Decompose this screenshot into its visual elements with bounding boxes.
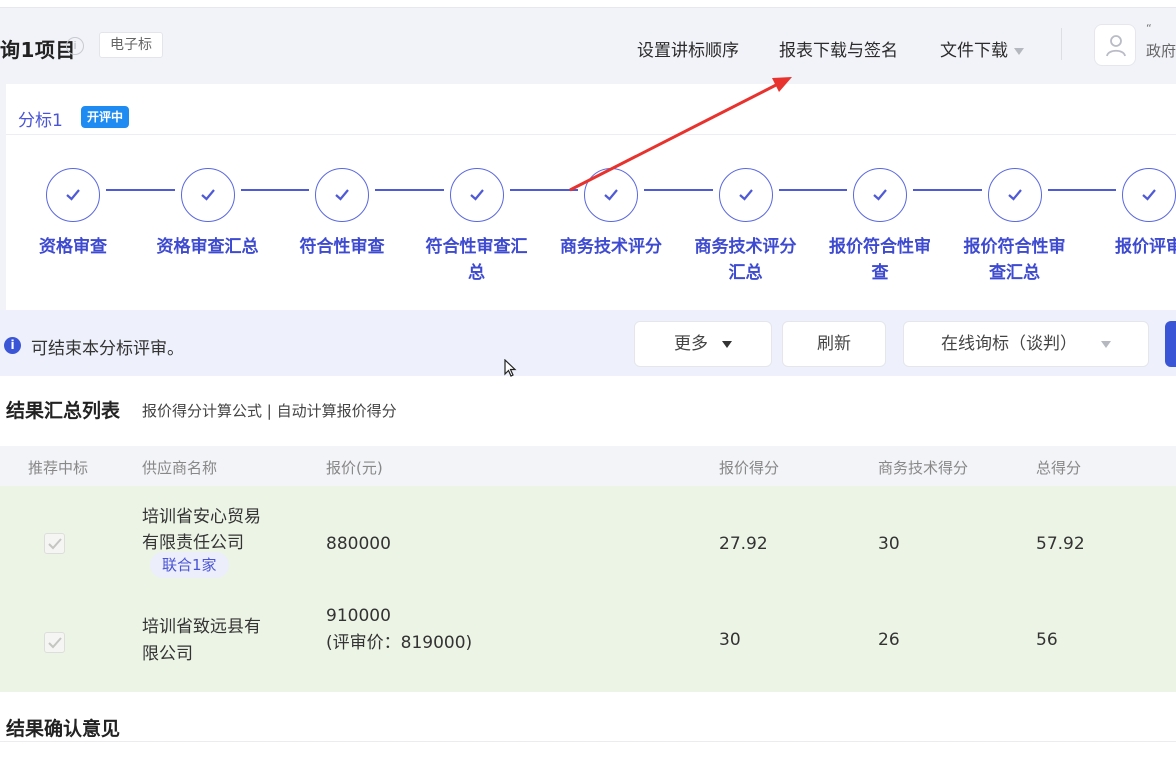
step-label[interactable]: 报价符合性审查汇总 bbox=[960, 234, 1070, 286]
step-connector bbox=[375, 189, 444, 191]
col-total: 总得分 bbox=[1036, 459, 1082, 477]
step-circle[interactable] bbox=[987, 168, 1042, 222]
table-row: 培训省安心贸易 有限责任公司 联合1家 880000 27.92 30 57.9… bbox=[0, 486, 1176, 582]
supplier-name-line1: 培训省安心贸易 bbox=[142, 507, 261, 527]
tech-score: 26 bbox=[878, 630, 900, 650]
step-circle[interactable] bbox=[1122, 168, 1176, 222]
header-divider bbox=[1061, 28, 1062, 60]
user-org-text[interactable]: 政府 bbox=[1146, 40, 1176, 61]
more-button[interactable]: 更多 bbox=[634, 321, 772, 367]
table-row: 培训省致远县有 限公司 910000 (评审价：819000) 30 26 56 bbox=[0, 582, 1176, 692]
check-icon bbox=[1142, 189, 1156, 201]
summary-subtitle[interactable]: 报价得分计算公式 | 自动计算报价得分 bbox=[142, 400, 397, 421]
step-circle[interactable] bbox=[180, 168, 235, 222]
supplier-name-line1: 培训省致远县有 bbox=[142, 617, 261, 637]
summary-title: 结果汇总列表 bbox=[6, 400, 121, 422]
check-icon bbox=[469, 189, 484, 201]
step-connector bbox=[509, 189, 578, 191]
check-icon bbox=[200, 189, 215, 201]
caret-down-icon bbox=[1014, 47, 1024, 55]
step-circle[interactable] bbox=[853, 168, 907, 222]
step-label[interactable]: 报价符合性审查 bbox=[825, 234, 935, 286]
user-icon bbox=[1106, 35, 1126, 57]
step-circle[interactable] bbox=[718, 168, 773, 222]
supplier-name-line2: 限公司 bbox=[142, 644, 193, 664]
step-label[interactable]: 报价评审 bbox=[1094, 234, 1176, 260]
set-presentation-order-link[interactable]: 设置讲标顺序 bbox=[637, 36, 739, 61]
section-divider bbox=[0, 741, 1176, 742]
type-tag: 电子标 bbox=[99, 32, 163, 58]
price-value: 910000 bbox=[326, 606, 391, 626]
user-top-text: “ bbox=[1146, 22, 1152, 35]
step-label[interactable]: 符合性审查 bbox=[287, 234, 397, 260]
check-icon bbox=[604, 189, 618, 201]
step-connector bbox=[240, 189, 309, 191]
review-price: (评审价：819000) bbox=[326, 633, 473, 653]
step-label[interactable]: 资格审查 bbox=[18, 234, 128, 260]
caret-down-icon bbox=[722, 340, 732, 348]
more-label: 更多 bbox=[674, 334, 708, 354]
notice-bar: i 可结束本分标评审。 更多 刷新 在线询标（谈判） bbox=[0, 310, 1176, 376]
online-inquiry-select[interactable]: 在线询标（谈判） bbox=[903, 321, 1149, 367]
check-icon bbox=[738, 189, 753, 201]
step-label[interactable]: 资格审查汇总 bbox=[153, 234, 263, 260]
col-price: 报价(元) bbox=[326, 459, 383, 477]
table-header: 推荐中标 供应商名称 报价(元) 报价得分 商务技术得分 总得分 bbox=[0, 446, 1176, 486]
tab-underline bbox=[6, 134, 1176, 135]
status-badge: 开评中 bbox=[81, 106, 130, 128]
step-circle[interactable] bbox=[315, 168, 369, 222]
step-connector bbox=[913, 189, 982, 191]
caret-down-icon bbox=[1101, 340, 1111, 348]
total-score: 56 bbox=[1036, 630, 1058, 650]
refresh-button[interactable]: 刷新 bbox=[782, 321, 886, 367]
recommend-checkbox[interactable] bbox=[44, 632, 65, 653]
check-icon bbox=[335, 189, 349, 201]
step-label[interactable]: 商务技术评分 bbox=[556, 234, 666, 260]
step-label[interactable]: 符合性审查汇总 bbox=[422, 234, 532, 286]
col-tech-score: 商务技术得分 bbox=[878, 459, 969, 477]
col-price-score: 报价得分 bbox=[719, 459, 780, 477]
info-circle-icon: i bbox=[4, 337, 21, 354]
tech-score: 30 bbox=[878, 534, 900, 554]
step-circle[interactable] bbox=[46, 168, 100, 222]
info-icon[interactable]: i bbox=[66, 37, 84, 55]
step-connector bbox=[644, 189, 713, 191]
notice-text: 可结束本分标评审。 bbox=[31, 339, 184, 359]
primary-button-edge[interactable] bbox=[1165, 321, 1176, 367]
step-circle[interactable] bbox=[584, 168, 638, 222]
user-avatar[interactable] bbox=[1094, 24, 1136, 66]
step-connector bbox=[778, 189, 847, 191]
recommend-checkbox[interactable] bbox=[44, 533, 65, 554]
col-recommend: 推荐中标 bbox=[28, 459, 89, 477]
online-inquiry-value: 在线询标（谈判） bbox=[941, 334, 1077, 354]
check-icon bbox=[48, 637, 62, 649]
total-score: 57.92 bbox=[1036, 534, 1085, 554]
panel-gutter bbox=[0, 84, 6, 310]
check-icon bbox=[48, 538, 62, 550]
check-icon bbox=[1007, 189, 1022, 201]
file-download-menu[interactable]: 文件下载 bbox=[940, 36, 1024, 61]
step-circle[interactable] bbox=[449, 168, 504, 222]
results-content: 结果汇总列表 报价得分计算公式 | 自动计算报价得分 推荐中标 供应商名称 报价… bbox=[0, 376, 1176, 773]
tab-subsection-1[interactable]: 分标1 bbox=[18, 106, 63, 131]
check-icon bbox=[873, 189, 887, 201]
step-connector bbox=[106, 189, 175, 191]
price-score: 27.92 bbox=[719, 534, 768, 554]
page-header: 询1项目 i 电子标 设置讲标顺序 报表下载与签名 文件下载 “ 政府 bbox=[0, 8, 1176, 84]
col-supplier: 供应商名称 bbox=[142, 459, 218, 477]
top-strip bbox=[0, 0, 1176, 8]
step-label[interactable]: 商务技术评分汇总 bbox=[691, 234, 801, 286]
price-value: 880000 bbox=[326, 534, 391, 554]
confirm-title: 结果确认意见 bbox=[6, 718, 121, 740]
file-download-label: 文件下载 bbox=[940, 41, 1008, 61]
check-icon bbox=[66, 189, 80, 201]
report-download-sign-link[interactable]: 报表下载与签名 bbox=[779, 36, 898, 61]
mouse-cursor-icon bbox=[504, 359, 517, 377]
project-title: 询1项目 bbox=[0, 38, 76, 62]
price-score: 30 bbox=[719, 630, 741, 650]
evaluation-panel: 分标1 开评中 资格审查 资格审查汇总 符合性审查 符合性审查汇总 商务技术评分 商务技术… bbox=[0, 84, 1176, 310]
joint-bid-tag[interactable]: 联合1家 bbox=[150, 552, 229, 578]
step-connector bbox=[1047, 189, 1116, 191]
